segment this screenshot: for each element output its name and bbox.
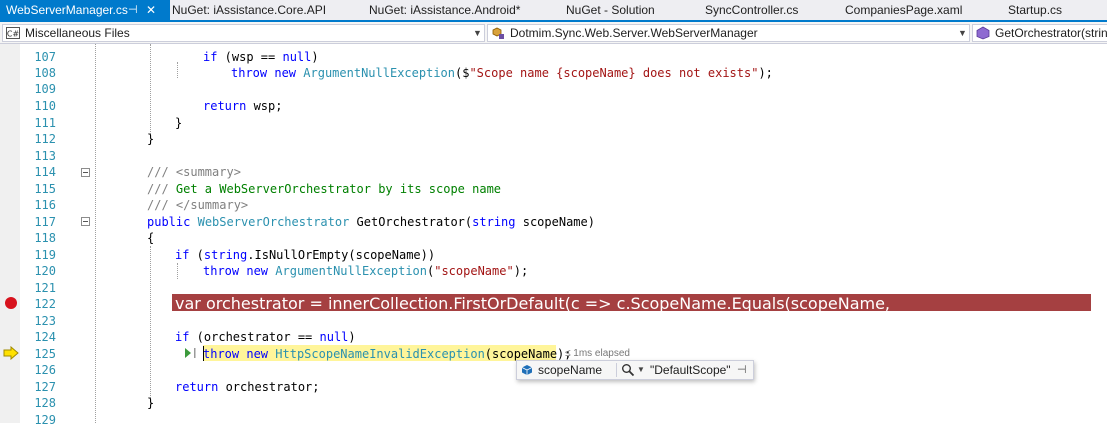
member-dropdown-value: GetOrchestrator(string	[995, 26, 1107, 40]
close-icon[interactable]: ✕	[146, 0, 156, 20]
tab-label: NuGet - Solution	[566, 3, 655, 17]
line-number: 122	[34, 297, 56, 311]
code-line-118: {	[147, 231, 155, 245]
line-number: 121	[34, 281, 56, 295]
text-caret	[203, 346, 204, 361]
code-line-124: if (orchestrator == null)	[175, 330, 356, 344]
tab-nuget-android[interactable]: NuGet: iAssistance.Android*	[369, 0, 520, 20]
datatip-separator	[616, 363, 617, 377]
tab-label: SyncController.cs	[705, 3, 799, 17]
code-line-128: }	[147, 396, 155, 410]
line-number: 129	[34, 413, 56, 427]
code-line-115: /// Get a WebServerOrchestrator by its s…	[147, 182, 502, 196]
type-dropdown[interactable]: Dotmim.Sync.Web.Server.WebServerManager …	[487, 24, 970, 42]
svg-text:C#: C#	[7, 30, 20, 39]
tab-label: NuGet: iAssistance.Android*	[369, 3, 521, 17]
breakpoint-icon[interactable]	[5, 297, 17, 309]
visualizer-dropdown-icon[interactable]: ▼	[637, 361, 645, 379]
class-icon	[492, 27, 504, 39]
code-line-114: /// <summary>	[147, 165, 241, 179]
pin-icon[interactable]: ⊣	[128, 0, 138, 20]
line-number: 126	[34, 363, 56, 377]
magnifier-icon[interactable]	[621, 363, 635, 377]
tab-label: Startup.cs	[1008, 3, 1063, 17]
code-line-127: return orchestrator;	[175, 380, 320, 394]
tab-nuget-core-api[interactable]: NuGet: iAssistance.Core.API	[172, 0, 326, 20]
code-line-108: throw new ArgumentNullException($"Scope …	[231, 66, 773, 80]
code-line-117: public WebServerOrchestrator GetOrchestr…	[147, 215, 595, 229]
navigation-bar: C# Miscellaneous Files ▼ Dotmim.Sync.Web…	[0, 22, 1107, 44]
code-line-120: throw new ArgumentNullException("scopeNa…	[203, 264, 529, 278]
instruction-pointer-arrow-icon[interactable]	[3, 346, 19, 360]
code-line-110: return wsp;	[203, 99, 283, 113]
tab-label: WebServerManager.cs	[6, 3, 128, 17]
tab-startup[interactable]: Startup.cs	[1008, 0, 1062, 20]
pin-icon[interactable]: ⊣	[737, 361, 747, 379]
datatip[interactable]: scopeName ▼ "DefaultScope" ⊣	[516, 360, 754, 380]
code-line-112: }	[147, 132, 155, 146]
run-to-click-icon[interactable]	[183, 347, 197, 359]
method-icon	[976, 26, 990, 40]
member-dropdown[interactable]: GetOrchestrator(string	[972, 24, 1107, 42]
tab-nuget-solution[interactable]: NuGet - Solution	[566, 0, 655, 20]
datatip-value[interactable]: "DefaultScope"	[650, 361, 731, 379]
project-dropdown[interactable]: C# Miscellaneous Files ▼	[2, 24, 485, 42]
type-dropdown-value: Dotmim.Sync.Web.Server.WebServerManager	[510, 26, 758, 40]
tab-webservermanager[interactable]: WebServerManager.cs ⊣ ✕	[0, 0, 170, 20]
datatip-variable-name: scopeName	[538, 363, 603, 377]
tab-companiespage[interactable]: CompaniesPage.xaml	[845, 0, 962, 20]
tab-synccontroller[interactable]: SyncController.cs	[705, 0, 798, 20]
csharp-file-icon: C#	[6, 27, 20, 39]
chevron-down-icon: ▼	[473, 28, 482, 38]
code-line-111: }	[175, 116, 183, 130]
project-dropdown-value: Miscellaneous Files	[25, 26, 130, 40]
code-line-116: /// </summary>	[147, 198, 249, 212]
local-variable-icon	[521, 365, 533, 375]
chevron-down-icon: ▼	[958, 28, 967, 38]
document-tab-strip: WebServerManager.cs ⊣ ✕ NuGet: iAssistan…	[0, 0, 1107, 22]
line-number: 123	[34, 314, 56, 328]
code-line-119: if (string.IsNullOrEmpty(scopeName))	[175, 248, 436, 262]
line-number: 113	[34, 149, 56, 163]
tab-label: CompaniesPage.xaml	[845, 3, 963, 17]
code-line-107: if (wsp == null)	[203, 50, 319, 64]
line-number: 109	[34, 82, 56, 96]
tab-label: NuGet: iAssistance.Core.API	[172, 3, 327, 17]
